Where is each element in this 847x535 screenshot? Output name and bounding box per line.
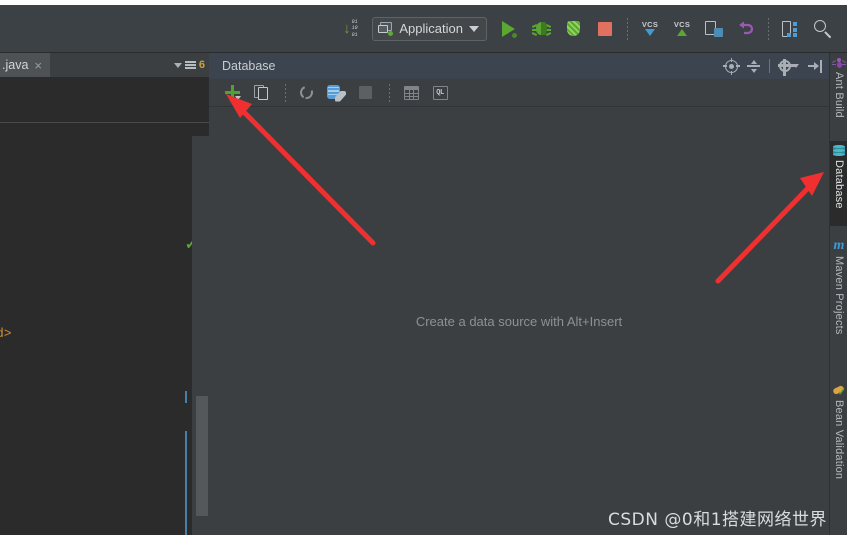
maven-m-icon: m bbox=[833, 238, 845, 253]
vcs-commit-icon: VCS bbox=[674, 21, 690, 37]
run-button[interactable] bbox=[495, 15, 523, 43]
data-source-properties-button[interactable] bbox=[323, 81, 349, 105]
settings-gear-icon[interactable] bbox=[778, 59, 799, 77]
rollback-button[interactable] bbox=[732, 15, 760, 43]
database-tool-window: Database QL Create a data source with Al… bbox=[209, 53, 829, 535]
right-tool-window-bar: Ant Build Database m Maven Projects ✓ Be… bbox=[829, 53, 847, 535]
jump-to-table-button[interactable] bbox=[398, 81, 424, 105]
plus-icon bbox=[224, 85, 241, 100]
vcs-update-text: VCS bbox=[641, 19, 659, 29]
editor-tab-bar: .java × 6 bbox=[0, 53, 209, 77]
duplicate-button[interactable] bbox=[248, 81, 274, 105]
database-empty-message: Create a data source with Alt+Insert bbox=[415, 314, 623, 329]
coverage-icon bbox=[564, 20, 583, 38]
editor-code-area[interactable]: ✓✓ d> d> bbox=[0, 124, 209, 535]
project-structure-button[interactable] bbox=[777, 15, 805, 43]
database-header-actions bbox=[723, 53, 822, 79]
chevron-down-icon bbox=[469, 25, 479, 32]
database-cylinder-icon bbox=[833, 145, 845, 157]
table-icon bbox=[403, 85, 419, 100]
code-fragment: d> bbox=[0, 326, 12, 341]
sidebar-item-label: Maven Projects bbox=[833, 256, 845, 335]
stop-square-icon bbox=[358, 86, 372, 99]
database-wrench-icon bbox=[327, 84, 346, 102]
editor-tab-tools: 6 bbox=[173, 53, 205, 77]
chevron-down-icon[interactable] bbox=[173, 62, 182, 68]
lines-icon[interactable] bbox=[184, 60, 196, 70]
update-project-icon bbox=[705, 20, 723, 37]
sidebar-item-label: Database bbox=[833, 160, 845, 209]
refresh-icon bbox=[297, 83, 316, 101]
sidebar-item-ant-build[interactable]: Ant Build bbox=[830, 53, 847, 138]
database-toolbar: QL bbox=[209, 79, 829, 107]
vcs-update-icon: VCS bbox=[642, 21, 658, 37]
tab-count-badge: 6 bbox=[198, 59, 205, 71]
stop-button[interactable] bbox=[352, 81, 378, 105]
project-structure-icon bbox=[782, 20, 800, 37]
database-panel-header: Database bbox=[209, 53, 829, 79]
sidebar-item-database[interactable]: Database bbox=[830, 141, 847, 226]
search-everywhere-button[interactable] bbox=[809, 15, 837, 43]
sidebar-item-label: Ant Build bbox=[833, 72, 845, 118]
debug-button[interactable] bbox=[527, 15, 555, 43]
editor-breadcrumb-area bbox=[0, 77, 209, 123]
editor-change-marker bbox=[185, 431, 187, 535]
sidebar-item-maven-projects[interactable]: m Maven Projects bbox=[830, 235, 847, 345]
editor-tab-label: .java bbox=[2, 58, 29, 72]
editor-pane: .java × 6 ✓✓ d> d> bbox=[0, 53, 209, 535]
vcs-commit-button[interactable]: VCS bbox=[668, 15, 696, 43]
run-with-coverage-button[interactable] bbox=[559, 15, 587, 43]
toolbar-separator bbox=[627, 17, 628, 40]
stop-button[interactable] bbox=[591, 15, 619, 43]
run-configuration-icon bbox=[378, 22, 394, 36]
watermark-text: CSDN @0和1搭建网络世界 bbox=[608, 510, 828, 530]
toolbar-separator bbox=[285, 83, 286, 102]
ant-icon bbox=[831, 57, 847, 69]
update-project-button[interactable] bbox=[700, 15, 728, 43]
rollback-arrow-icon bbox=[737, 21, 755, 37]
collapse-all-icon[interactable] bbox=[747, 59, 760, 73]
copy-icon bbox=[253, 85, 269, 100]
refresh-button[interactable] bbox=[294, 81, 320, 105]
vcs-commit-text: VCS bbox=[673, 19, 691, 29]
main-toolbar: ↓ 01 10 01 Application VCS VCS bbox=[0, 5, 847, 53]
bean-validation-icon: ✓ bbox=[832, 384, 846, 398]
hide-panel-icon[interactable] bbox=[808, 59, 822, 73]
sidebar-item-label: Bean Validation bbox=[833, 400, 845, 480]
database-panel-title: Database bbox=[222, 59, 276, 73]
play-icon bbox=[500, 20, 518, 38]
run-configuration-selector[interactable]: Application bbox=[372, 16, 487, 41]
binary-step-icon[interactable]: ↓ 01 10 01 bbox=[336, 15, 364, 43]
sidebar-item-bean-validation[interactable]: ✓ Bean Validation bbox=[830, 381, 847, 496]
editor-change-marker bbox=[185, 391, 187, 403]
close-icon[interactable]: × bbox=[34, 58, 42, 73]
editor-scrollbar-thumb[interactable] bbox=[196, 396, 208, 516]
editor-tab-java[interactable]: .java × bbox=[0, 53, 50, 77]
toolbar-separator-2 bbox=[768, 17, 769, 40]
search-icon bbox=[813, 19, 833, 39]
open-console-button[interactable]: QL bbox=[427, 81, 453, 105]
bug-icon bbox=[531, 20, 551, 37]
chevron-down-icon bbox=[234, 96, 241, 100]
stop-square-icon bbox=[598, 21, 612, 36]
run-configuration-label: Application bbox=[399, 21, 463, 36]
sql-console-icon: QL bbox=[432, 85, 448, 100]
header-separator bbox=[769, 59, 770, 73]
vcs-update-button[interactable]: VCS bbox=[636, 15, 664, 43]
database-empty-state: Create a data source with Alt+Insert bbox=[209, 108, 829, 535]
toolbar-separator-2 bbox=[389, 83, 390, 102]
scroll-from-source-icon[interactable] bbox=[723, 57, 740, 75]
add-data-source-button[interactable] bbox=[219, 81, 245, 105]
ide-window: ↓ 01 10 01 Application VCS VCS .java × 6… bbox=[0, 0, 847, 535]
